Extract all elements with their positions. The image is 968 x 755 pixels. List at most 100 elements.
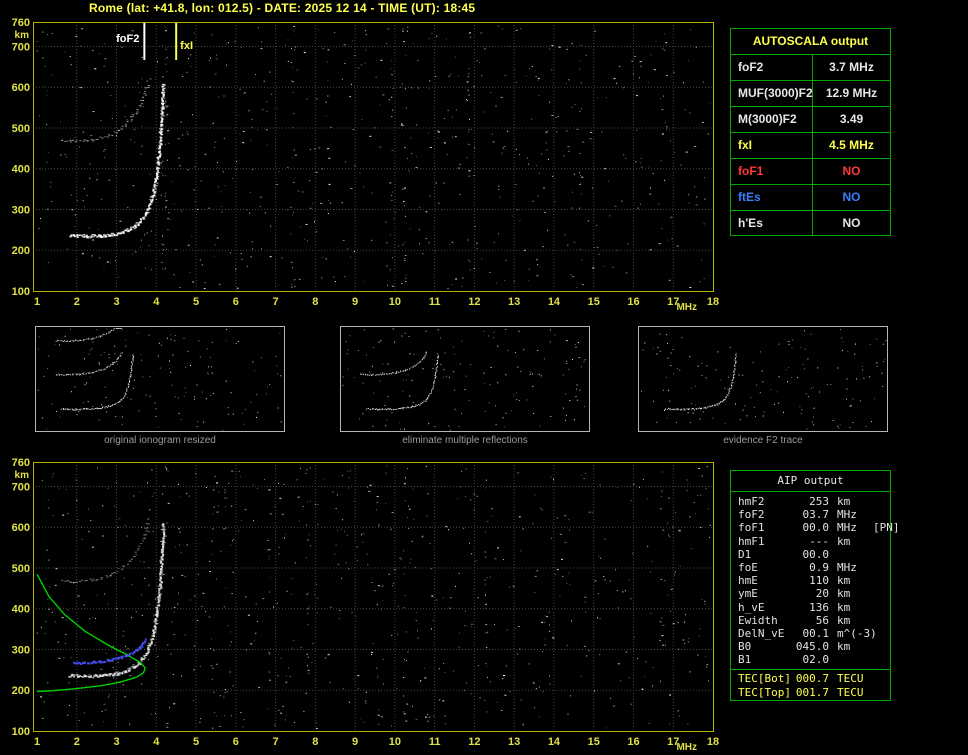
- x-tick-label: 7: [273, 296, 279, 308]
- aip-extra: [873, 601, 890, 614]
- aip-name: foE: [738, 560, 758, 574]
- param-value: 3.49: [839, 112, 864, 126]
- y-axis-unit: km: [15, 30, 30, 41]
- x-tick-label: 8: [312, 736, 318, 748]
- autoscala-output-table: AUTOSCALA output foF2 3.7 MHz MUF(3000)F2 1…: [730, 28, 891, 236]
- aip-unit: [829, 653, 873, 666]
- aip-unit: MHz: [837, 508, 857, 522]
- autoscala-table-rows: foF2 3.7 MHz MUF(3000)F2 12.9 MHz M(3000)F2 3…: [731, 54, 890, 236]
- x-tick-label: 7: [273, 736, 279, 748]
- aip-name: hmE: [738, 574, 758, 588]
- x-axis-unit: MHz: [676, 742, 697, 753]
- autoscala-row-fxI: fxI 4.5 MHz: [731, 132, 890, 158]
- x-tick-label: 5: [193, 736, 199, 748]
- aip-unit: TECU: [837, 672, 864, 686]
- aip-row-Ewidth: Ewidth 56 km: [731, 614, 890, 627]
- thumbnail-eliminate-reflections-image: [340, 326, 590, 432]
- aip-name: B0: [738, 640, 752, 654]
- param-value: 12.9 MHz: [825, 86, 878, 100]
- aip-name: Ewidth: [738, 613, 778, 627]
- aip-name: D1: [738, 547, 752, 561]
- aip-unit: TECU: [837, 685, 864, 699]
- x-tick-label: 1: [34, 296, 40, 308]
- aip-extra: [873, 627, 890, 640]
- aip-name: hmF1: [738, 534, 765, 548]
- aip-extra: [873, 561, 890, 574]
- x-tick-label: 4: [153, 296, 160, 308]
- aip-value: 56: [815, 613, 829, 627]
- aip-unit: km: [837, 495, 851, 508]
- aip-value: 0.9: [809, 560, 829, 574]
- y-tick-label: 600: [12, 82, 30, 94]
- x-tick-label: 13: [508, 736, 520, 748]
- param-value: NO: [842, 164, 861, 178]
- aip-value: 00.1: [802, 626, 830, 640]
- aip-value: 000.7: [795, 672, 829, 686]
- y-tick-label: 760: [12, 457, 30, 469]
- x-tick-label: 15: [588, 296, 600, 308]
- aip-table-rows: hmF2 253 km foF2 03.7 MHz foF1 00.0 MHz [PN] hmF1 -…: [731, 492, 900, 666]
- aip-unit: MHz: [837, 560, 857, 574]
- aip-name: TEC[Top]: [738, 685, 791, 699]
- aip-row-h_vE: h_vE 136 km: [731, 601, 890, 614]
- aip-row-B0: B0 045.0 km: [731, 640, 890, 653]
- autoscala-row-foF2: foF2 3.7 MHz: [731, 54, 890, 80]
- autoscala-table-header: AUTOSCALA output: [752, 34, 869, 48]
- x-tick-label: 6: [233, 736, 239, 748]
- param-name: ftEs: [731, 185, 813, 210]
- aip-unit: km: [837, 600, 851, 614]
- param-name: foF2: [731, 55, 813, 80]
- aip-name: foF1: [738, 521, 765, 535]
- aip-value: 045.0: [795, 640, 829, 654]
- aip-value: 00.0: [802, 521, 830, 535]
- autoscala-row-MUF(3000)F2: MUF(3000)F2 12.9 MHz: [731, 80, 890, 106]
- aip-row-foF2: foF2 03.7 MHz: [731, 508, 890, 521]
- x-tick-label: 16: [627, 736, 639, 748]
- y-tick-label: 300: [12, 644, 30, 656]
- aip-value: 110: [809, 574, 829, 588]
- x-tick-label: 18: [707, 296, 719, 308]
- aip-row-TEC[Top]: TEC[Top] 001.7 TECU: [731, 686, 890, 699]
- y-tick-label: 600: [12, 522, 30, 534]
- autoscala-row-M(3000)F2: M(3000)F2 3.49: [731, 106, 890, 132]
- thumbnail-caption: eliminate multiple reflections: [402, 435, 528, 446]
- aip-extra: [873, 640, 890, 653]
- x-tick-label: 2: [74, 296, 80, 308]
- aip-name: ymE: [738, 587, 758, 601]
- x-tick-label: 5: [193, 296, 199, 308]
- aip-row-foF1: foF1 00.0 MHz [PN]: [731, 521, 900, 535]
- aip-name: B1: [738, 653, 752, 667]
- x-tick-label: 1: [34, 736, 40, 748]
- aip-extra: [873, 508, 890, 521]
- aip-row-foE: foE 0.9 MHz: [731, 561, 890, 574]
- aip-name: hmF2: [738, 495, 765, 508]
- param-name: h'Es: [731, 211, 813, 236]
- param-value: 4.5 MHz: [829, 138, 874, 152]
- aip-unit: km: [837, 640, 851, 654]
- x-tick-label: 14: [548, 296, 561, 308]
- aip-row-D1: D1 00.0: [731, 548, 890, 561]
- aip-row-B1: B1 02.0: [731, 653, 890, 666]
- marker-label-foF2: foF2: [116, 33, 139, 45]
- aip-name: TEC[Bot]: [738, 672, 791, 686]
- x-tick-label: 15: [588, 736, 600, 748]
- thumbnail-original-ionogram: original ionogram resized: [35, 326, 285, 446]
- thumbnail-caption: evidence F2 trace: [723, 435, 803, 446]
- aip-extra: [873, 653, 890, 666]
- top-ionogram-plot: foF2fxI1 2 3 4 5 6 7 8 9 10 11 12 13 14 15 16 17 18MHz760…: [12, 17, 719, 313]
- electron-density-profile: [36, 573, 146, 693]
- y-tick-label: 300: [12, 204, 30, 216]
- aip-unit: MHz: [837, 521, 857, 535]
- autoscala-row-ftEs: ftEs NO: [731, 184, 890, 210]
- thumbnail-original-ionogram-image: [35, 326, 285, 432]
- x-tick-label: 9: [352, 296, 358, 308]
- aip-extra: [873, 495, 890, 508]
- aip-value: 136: [809, 600, 829, 614]
- aip-extra: [873, 548, 890, 561]
- aip-row-hmF2: hmF2 253 km: [731, 495, 890, 508]
- aip-unit: km: [837, 534, 851, 548]
- y-tick-label: 400: [12, 164, 30, 176]
- aip-extra: [873, 574, 890, 587]
- x-tick-label: 13: [508, 296, 520, 308]
- param-value: 3.7 MHz: [829, 60, 874, 74]
